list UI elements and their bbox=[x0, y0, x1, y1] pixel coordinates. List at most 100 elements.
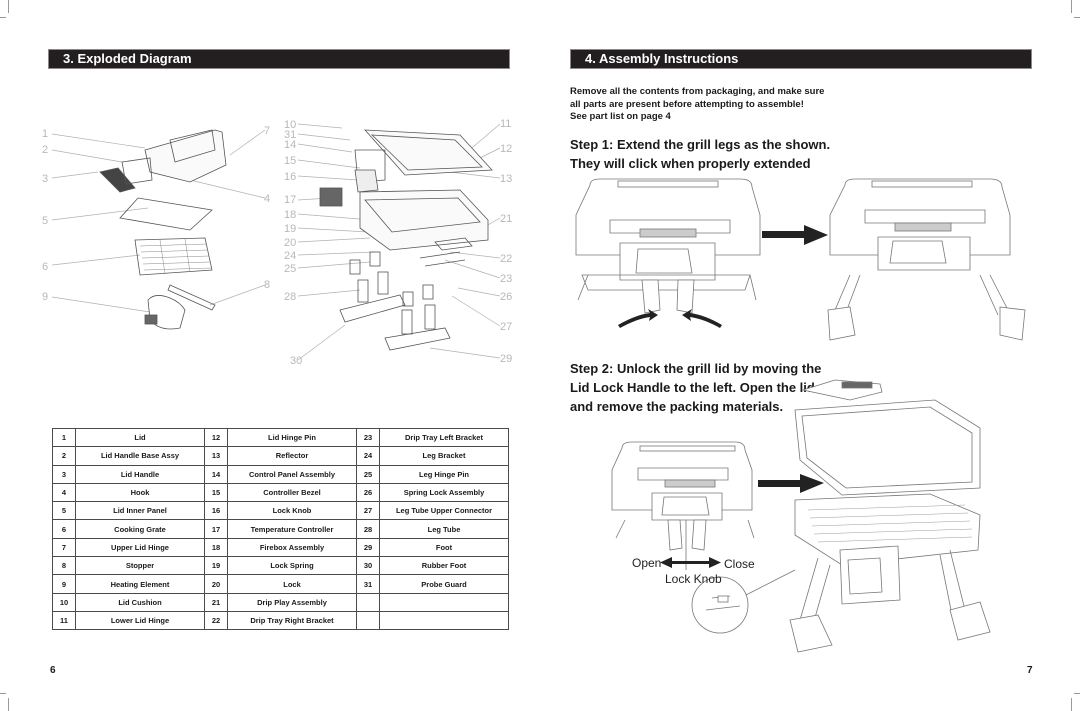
parts-table-row: 3 Lid Handle 14 Control Panel Assembly 25 Leg… bbox=[52, 464, 509, 484]
callout-number: 16 bbox=[284, 171, 296, 183]
part-number: 12 bbox=[204, 427, 228, 448]
part-name: Lid bbox=[75, 427, 205, 448]
crop-mark bbox=[8, 698, 9, 711]
callout-number: 19 bbox=[284, 223, 296, 235]
part-name: Stopper bbox=[75, 556, 205, 576]
part-name: Drip Tray Left Bracket bbox=[379, 427, 509, 448]
parts-table-row: 1 Lid 12 Lid Hinge Pin 23 Drip Tray Left Brac… bbox=[52, 427, 509, 448]
part-name: Lid Inner Panel bbox=[75, 501, 205, 521]
part-number: 22 bbox=[204, 610, 228, 631]
part-name: Probe Guard bbox=[379, 574, 509, 594]
callout-number: 8 bbox=[264, 279, 270, 291]
part-number: 6 bbox=[52, 519, 76, 539]
callout-number: 4 bbox=[264, 193, 270, 205]
part-number: 20 bbox=[204, 574, 228, 594]
lock-knob-label: Lock Knob bbox=[665, 572, 722, 586]
part-name bbox=[379, 592, 509, 612]
parts-table-row: 8 Stopper 19 Lock Spring 30 Rubber Foot bbox=[52, 556, 509, 576]
part-name: Lid Hinge Pin bbox=[227, 427, 357, 448]
intro-line: See part list on page 4 bbox=[570, 111, 671, 122]
intro-line: Remove all the contents from packaging, … bbox=[570, 86, 825, 97]
part-number: 10 bbox=[52, 592, 76, 612]
callout-number: 26 bbox=[500, 291, 512, 303]
step-1-line: They will click when properly extended bbox=[570, 156, 811, 171]
callout-number: 11 bbox=[500, 118, 511, 130]
part-number: 16 bbox=[204, 501, 228, 521]
part-number: 1 bbox=[52, 427, 76, 448]
part-name: Upper Lid Hinge bbox=[75, 537, 205, 558]
intro-text: Remove all the contents from packaging, … bbox=[570, 86, 870, 124]
crop-mark bbox=[8, 0, 9, 13]
part-name: Temperature Controller bbox=[227, 519, 357, 539]
part-number: 5 bbox=[52, 501, 76, 521]
section-header-exploded-diagram: 3. Exploded Diagram bbox=[48, 49, 510, 69]
crop-mark bbox=[1074, 693, 1080, 694]
parts-table-row: 10 Lid Cushion 21 Drip Play Assembly bbox=[52, 592, 509, 612]
step-2-illustration bbox=[611, 379, 991, 653]
part-number bbox=[356, 610, 380, 631]
part-number: 14 bbox=[204, 464, 228, 484]
part-number: 27 bbox=[356, 501, 380, 521]
step-1-text: Step 1: Extend the grill legs as the sho… bbox=[570, 135, 830, 173]
callout-number: 12 bbox=[500, 143, 512, 155]
part-name: Lock Knob bbox=[227, 501, 357, 521]
part-number: 18 bbox=[204, 537, 228, 558]
parts-table: 1 Lid 12 Lid Hinge Pin 23 Drip Tray Left Brac… bbox=[52, 427, 509, 631]
step-1-line: Step 1: Extend the grill legs as the sho… bbox=[570, 137, 831, 152]
parts-table-row: 2 Lid Handle Base Assy 13 Reflector 24 Leg Br… bbox=[52, 446, 509, 466]
callout-number: 5 bbox=[42, 215, 48, 227]
part-number: 30 bbox=[356, 556, 380, 576]
parts-table-row: 4 Hook 15 Controller Bezel 26 Spring Lock Ass… bbox=[52, 482, 509, 503]
part-name: Reflector bbox=[227, 446, 357, 466]
crop-mark bbox=[1071, 0, 1072, 13]
crop-mark bbox=[0, 17, 6, 18]
part-name: Lid Handle bbox=[75, 464, 205, 484]
part-name: Spring Lock Assembly bbox=[379, 482, 509, 503]
lock-open-label: Open bbox=[632, 556, 662, 570]
part-name: Control Panel Assembly bbox=[227, 464, 357, 484]
callout-number: 25 bbox=[284, 263, 296, 275]
part-name: Foot bbox=[379, 537, 509, 558]
callout-number: 3 bbox=[42, 173, 48, 185]
part-number: 8 bbox=[52, 556, 76, 576]
callout-number: 13 bbox=[500, 173, 512, 185]
part-name: Hook bbox=[75, 482, 205, 503]
part-number: 25 bbox=[356, 464, 380, 484]
crop-mark bbox=[0, 693, 6, 694]
callout-number: 21 bbox=[500, 213, 512, 225]
part-number: 3 bbox=[52, 464, 76, 484]
callout-number: 1 bbox=[42, 128, 48, 140]
part-number: 24 bbox=[356, 446, 380, 466]
part-name: Rubber Foot bbox=[379, 556, 509, 576]
part-number: 17 bbox=[204, 519, 228, 539]
part-number: 31 bbox=[356, 574, 380, 594]
part-number: 23 bbox=[356, 427, 380, 448]
part-number: 26 bbox=[356, 482, 380, 503]
part-name: Lower Lid Hinge bbox=[75, 610, 205, 631]
part-name: Firebox Assembly bbox=[227, 537, 357, 558]
part-number: 15 bbox=[204, 482, 228, 503]
part-number: 4 bbox=[52, 482, 76, 503]
callout-number: 20 bbox=[284, 237, 296, 249]
callout-number: 9 bbox=[42, 291, 48, 303]
part-name: Lid Cushion bbox=[75, 592, 205, 612]
callout-number: 27 bbox=[500, 321, 512, 333]
part-name: Leg Tube bbox=[379, 519, 509, 539]
callout-number: 24 bbox=[284, 250, 296, 262]
page-number-left: 6 bbox=[50, 665, 56, 676]
crop-mark bbox=[1071, 698, 1072, 711]
callout-number: 7 bbox=[264, 125, 270, 137]
part-name: Leg Bracket bbox=[379, 446, 509, 466]
callout-number: 31 bbox=[284, 129, 296, 141]
part-name: Controller Bezel bbox=[227, 482, 357, 503]
intro-line: all parts are present before attempting … bbox=[570, 98, 804, 110]
parts-table-row: 6 Cooking Grate 17 Temperature Controller 28… bbox=[52, 519, 509, 539]
callout-number: 28 bbox=[284, 291, 296, 303]
callout-number: 29 bbox=[500, 353, 512, 365]
parts-table-row: 7 Upper Lid Hinge 18 Firebox Assembly 29 Foot bbox=[52, 537, 509, 558]
part-number: 2 bbox=[52, 446, 76, 466]
callout-number: 6 bbox=[42, 261, 48, 273]
part-number: 9 bbox=[52, 574, 76, 594]
lock-close-label: Close bbox=[724, 557, 755, 571]
part-name: Lock bbox=[227, 574, 357, 594]
